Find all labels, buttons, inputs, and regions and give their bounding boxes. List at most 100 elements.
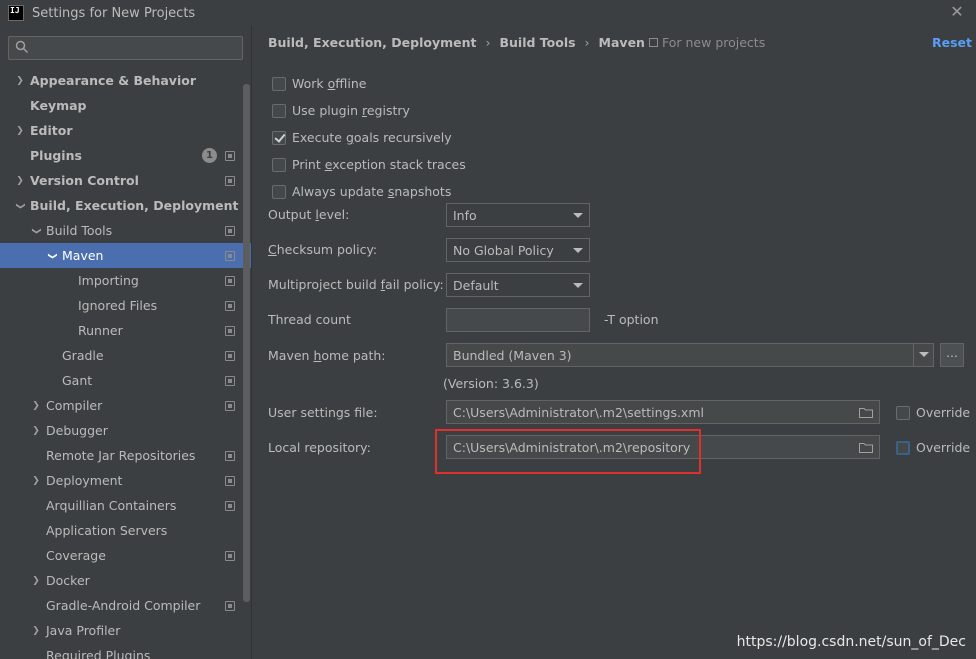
project-scope-icon: [225, 226, 235, 236]
settings-sidebar: ❯ Appearance & Behavior Keymap ❯ Editor Plugi…: [0, 26, 251, 659]
sidebar-item-keymap[interactable]: Keymap: [0, 93, 251, 118]
sidebar-item-arquillian-containers[interactable]: Arquillian Containers: [0, 493, 251, 518]
chevron-down-icon[interactable]: ❯: [31, 225, 41, 237]
user-settings-input[interactable]: C:\Users\Administrator\.m2\settings.xml: [446, 400, 880, 424]
sidebar-scrollbar[interactable]: [243, 84, 250, 602]
sidebar-item-ignored-files[interactable]: Ignored Files: [0, 293, 251, 318]
local-repository-label: Local repository:: [268, 440, 371, 455]
project-scope-icon: [225, 151, 235, 161]
maven-settings-panel: Build, Execution, Deployment › Build Too…: [252, 26, 976, 659]
checkbox-row-execute-goals-recursively[interactable]: Execute goals recursively: [272, 130, 452, 145]
project-scope-icon: [225, 451, 235, 461]
sidebar-item-required-plugins[interactable]: Required Plugins: [0, 643, 251, 659]
output-level-select[interactable]: Info: [446, 203, 590, 227]
checkbox-row-use-plugin-registry[interactable]: Use plugin registry: [272, 103, 410, 118]
override-label: Override: [916, 440, 971, 455]
multiproject-fail-policy-select[interactable]: Default: [446, 273, 590, 297]
chevron-right-icon[interactable]: ❯: [14, 126, 26, 136]
chevron-down-icon[interactable]: ❯: [15, 200, 25, 212]
checkbox-row-always-update-snapshots[interactable]: Always update snapshots: [272, 184, 451, 199]
folder-icon[interactable]: [859, 442, 873, 453]
chevron-right-icon[interactable]: ❯: [30, 476, 42, 486]
sidebar-item-build-tools[interactable]: ❯ Build Tools: [0, 218, 251, 243]
override-label: Override: [916, 405, 971, 420]
checkbox[interactable]: [272, 76, 286, 91]
sidebar-item-label: Build Tools: [46, 223, 113, 238]
chevron-down-icon: [573, 248, 583, 253]
breadcrumb-item: Maven: [598, 35, 645, 50]
sidebar-item-appearance-behavior[interactable]: ❯ Appearance & Behavior: [0, 68, 251, 93]
chevron-right-icon[interactable]: ❯: [14, 176, 26, 186]
local-repository-override-checkbox[interactable]: [896, 440, 910, 455]
search-input[interactable]: [8, 36, 243, 60]
project-scope-icon: [225, 276, 235, 286]
sidebar-item-gradle-android-compiler[interactable]: Gradle-Android Compiler: [0, 593, 251, 618]
checked-checkbox[interactable]: [272, 130, 286, 145]
sidebar-item-gant[interactable]: Gant: [0, 368, 251, 393]
checkbox[interactable]: [272, 103, 286, 118]
folder-icon[interactable]: [859, 407, 873, 418]
output-level-label: Output level:: [268, 207, 350, 222]
sidebar-item-label: Coverage: [46, 548, 106, 563]
chevron-right-icon[interactable]: ❯: [30, 576, 42, 586]
sidebar-item-deployment[interactable]: ❯ Deployment: [0, 468, 251, 493]
project-scope-icon: [225, 351, 235, 361]
sidebar-item-label: Compiler: [46, 398, 103, 413]
maven-home-value: Bundled (Maven 3): [453, 347, 572, 363]
checksum-policy-value: No Global Policy: [453, 242, 554, 258]
sidebar-item-label: Docker: [46, 573, 90, 588]
sidebar-item-java-profiler[interactable]: ❯ Java Profiler: [0, 618, 251, 643]
multiproject-fail-policy-value: Default: [453, 277, 499, 293]
breadcrumb-separator: ›: [584, 35, 590, 50]
sidebar-item-label: Gradle: [62, 348, 104, 363]
chevron-right-icon[interactable]: ❯: [30, 626, 42, 636]
checksum-policy-select[interactable]: No Global Policy: [446, 238, 590, 262]
sidebar-item-editor[interactable]: ❯ Editor: [0, 118, 251, 143]
window-title: Settings for New Projects: [32, 5, 196, 21]
checkbox[interactable]: [272, 184, 286, 199]
project-scope-icon: [225, 551, 235, 561]
user-settings-label: User settings file:: [268, 405, 378, 420]
sidebar-item-label: Remote Jar Repositories: [46, 448, 196, 463]
sidebar-item-runner[interactable]: Runner: [0, 318, 251, 343]
sidebar-item-importing[interactable]: Importing: [0, 268, 251, 293]
checkbox-row-work-offline[interactable]: Work offline: [272, 76, 366, 91]
close-icon[interactable]: ✕: [948, 3, 966, 21]
sidebar-item-maven[interactable]: ❯ Maven: [0, 243, 251, 268]
sidebar-item-gradle[interactable]: Gradle: [0, 343, 251, 368]
sidebar-item-label: Maven: [62, 248, 104, 263]
project-scope-icon: [225, 251, 235, 261]
sidebar-item-label: Editor: [30, 123, 73, 138]
reset-link[interactable]: Reset: [932, 35, 972, 50]
project-scope-icon: [225, 476, 235, 486]
sidebar-item-remote-jar-repositories[interactable]: Remote Jar Repositories: [0, 443, 251, 468]
sidebar-item-label: Required Plugins: [46, 648, 151, 659]
chevron-right-icon[interactable]: ❯: [30, 401, 42, 411]
sidebar-item-compiler[interactable]: ❯ Compiler: [0, 393, 251, 418]
sidebar-item-label: Ignored Files: [78, 298, 158, 313]
sidebar-item-debugger[interactable]: ❯ Debugger: [0, 418, 251, 443]
chevron-down-icon[interactable]: ❯: [47, 250, 57, 262]
sidebar-item-coverage[interactable]: Coverage: [0, 543, 251, 568]
chevron-right-icon[interactable]: ❯: [14, 76, 26, 86]
scope-label: For new projects: [662, 35, 766, 50]
sidebar-item-version-control[interactable]: ❯ Version Control: [0, 168, 251, 193]
project-scope-icon: [225, 301, 235, 311]
local-repository-override[interactable]: Override: [896, 440, 970, 455]
checkbox[interactable]: [272, 157, 286, 172]
user-settings-override[interactable]: Override: [896, 405, 970, 420]
chevron-down-icon[interactable]: [913, 344, 933, 366]
sidebar-item-plugins[interactable]: Plugins 1: [0, 143, 251, 168]
user-settings-override-checkbox[interactable]: [896, 405, 910, 420]
chevron-right-icon[interactable]: ❯: [30, 426, 42, 436]
maven-home-browse-button[interactable]: ...: [940, 343, 964, 367]
sidebar-item-application-servers[interactable]: Application Servers: [0, 518, 251, 543]
settings-tree: ❯ Appearance & Behavior Keymap ❯ Editor Plugi…: [0, 68, 251, 659]
checkbox-row-print-exception-stack-traces[interactable]: Print exception stack traces: [272, 157, 466, 172]
thread-count-input[interactable]: [446, 308, 590, 332]
sidebar-item-docker[interactable]: ❯ Docker: [0, 568, 251, 593]
sidebar-item-label: Debugger: [46, 423, 108, 438]
sidebar-item-label: Plugins: [30, 148, 82, 163]
maven-home-select[interactable]: Bundled (Maven 3): [446, 343, 934, 367]
sidebar-item-build-execution-deployment[interactable]: ❯ Build, Execution, Deployment: [0, 193, 251, 218]
